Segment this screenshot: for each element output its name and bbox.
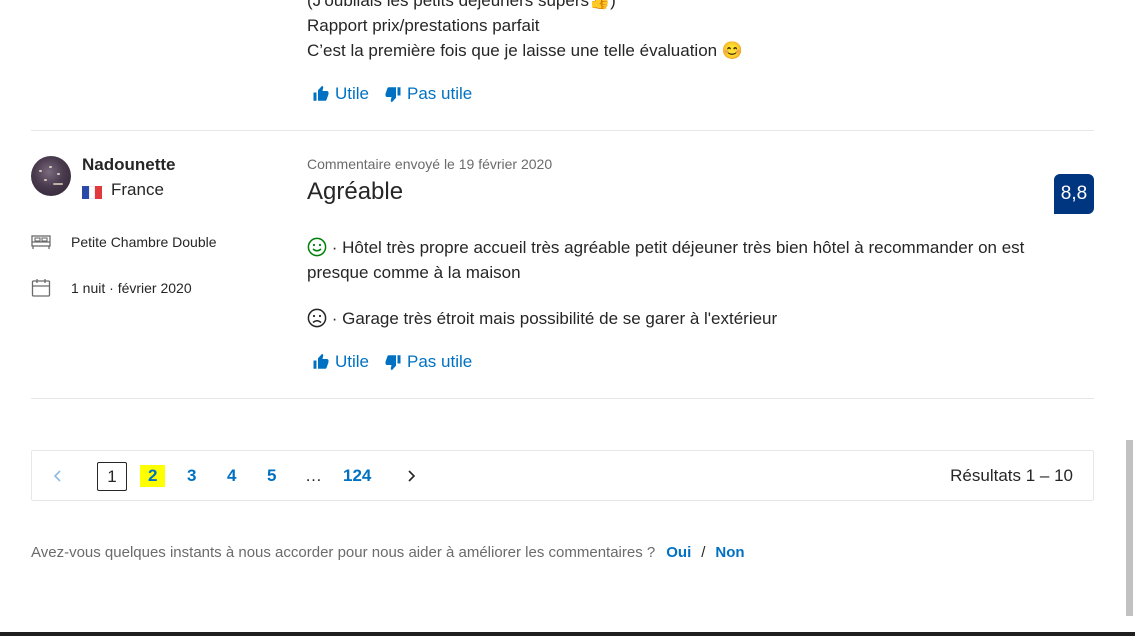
taskbar-edge	[0, 632, 1135, 636]
country-label: France	[111, 180, 164, 199]
page-ellipsis: …	[305, 465, 322, 485]
page-link-5[interactable]: 5	[267, 451, 276, 500]
not-helpful-label: Pas utile	[407, 352, 473, 371]
chevron-left-icon	[53, 469, 61, 482]
smile-icon	[307, 237, 327, 257]
feedback-survey: Avez-vous quelques instants à nous accor…	[31, 544, 745, 561]
chevron-right-icon	[408, 469, 416, 482]
calendar-icon	[31, 279, 51, 297]
survey-yes-link[interactable]: Oui	[666, 544, 691, 561]
survey-no-link[interactable]: Non	[715, 544, 744, 561]
next-page-button[interactable]	[405, 451, 417, 500]
previous-not-helpful-button[interactable]: Pas utile	[384, 84, 472, 104]
not-helpful-label: Pas utile	[407, 84, 473, 103]
room-type: Petite Chambre Double	[31, 233, 217, 251]
review-date: Commentaire envoyé le 19 février 2020	[307, 156, 553, 172]
helpful-label: Utile	[335, 352, 370, 371]
review-divider	[31, 398, 1094, 399]
reviewer-name: Nadounette	[82, 155, 176, 174]
previous-page-button[interactable]	[52, 451, 64, 500]
stay-label: 1 nuit · février 2020	[71, 280, 192, 296]
survey-separator: /	[701, 544, 706, 561]
review-divider	[31, 130, 1094, 131]
thumbs-up-icon	[313, 85, 329, 101]
scrollbar-thumb[interactable]	[1126, 440, 1133, 616]
page-label: 2	[140, 464, 166, 487]
thumbs-down-icon	[385, 355, 401, 371]
previous-review-line: C’est la première fois que je laisse une…	[307, 41, 744, 60]
page-link-4[interactable]: 4	[227, 451, 236, 500]
previous-helpful-button[interactable]: Utile	[312, 84, 369, 104]
previous-review-line: Rapport prix/prestations parfait	[307, 16, 540, 35]
positive-text: · Hôtel très propre accueil très agréabl…	[307, 238, 1025, 282]
survey-question: Avez-vous quelques instants à nous accor…	[31, 544, 656, 561]
review-title: Agréable	[307, 178, 404, 205]
thumbs-up-icon	[313, 353, 329, 369]
not-helpful-button[interactable]: Pas utile	[384, 352, 472, 372]
review-score: 8,8	[1054, 174, 1094, 214]
france-flag-icon	[82, 184, 102, 199]
page-link-3[interactable]: 3	[187, 451, 196, 500]
avatar[interactable]	[31, 156, 71, 196]
pagination: 1 2 3 4 5 … 124 Résultats 1 – 10	[31, 450, 1094, 501]
negative-comment: · Garage très étroit mais possibilité de…	[307, 306, 1067, 331]
bed-icon	[31, 235, 51, 249]
previous-review-line: (J'oubliais les petits déjeuners supers👍…	[307, 0, 616, 10]
page-current: 1	[97, 462, 127, 491]
negative-text: · Garage très étroit mais possibilité de…	[331, 309, 778, 328]
reviewer-country: France	[82, 180, 164, 200]
helpful-button[interactable]: Utile	[312, 352, 369, 372]
stay-info: 1 nuit · février 2020	[31, 278, 192, 298]
page-link-2[interactable]: 2	[140, 451, 166, 500]
results-count: Résultats 1 – 10	[950, 465, 1073, 485]
positive-comment: · Hôtel très propre accueil très agréabl…	[307, 235, 1067, 285]
room-type-label: Petite Chambre Double	[71, 234, 217, 250]
helpful-label: Utile	[335, 84, 370, 103]
previous-review-text: (J'oubliais les petits déjeuners supers👍…	[307, 0, 743, 63]
thumbs-down-icon	[385, 87, 401, 103]
page-link-last[interactable]: 124	[343, 451, 371, 500]
frown-icon	[307, 308, 327, 328]
